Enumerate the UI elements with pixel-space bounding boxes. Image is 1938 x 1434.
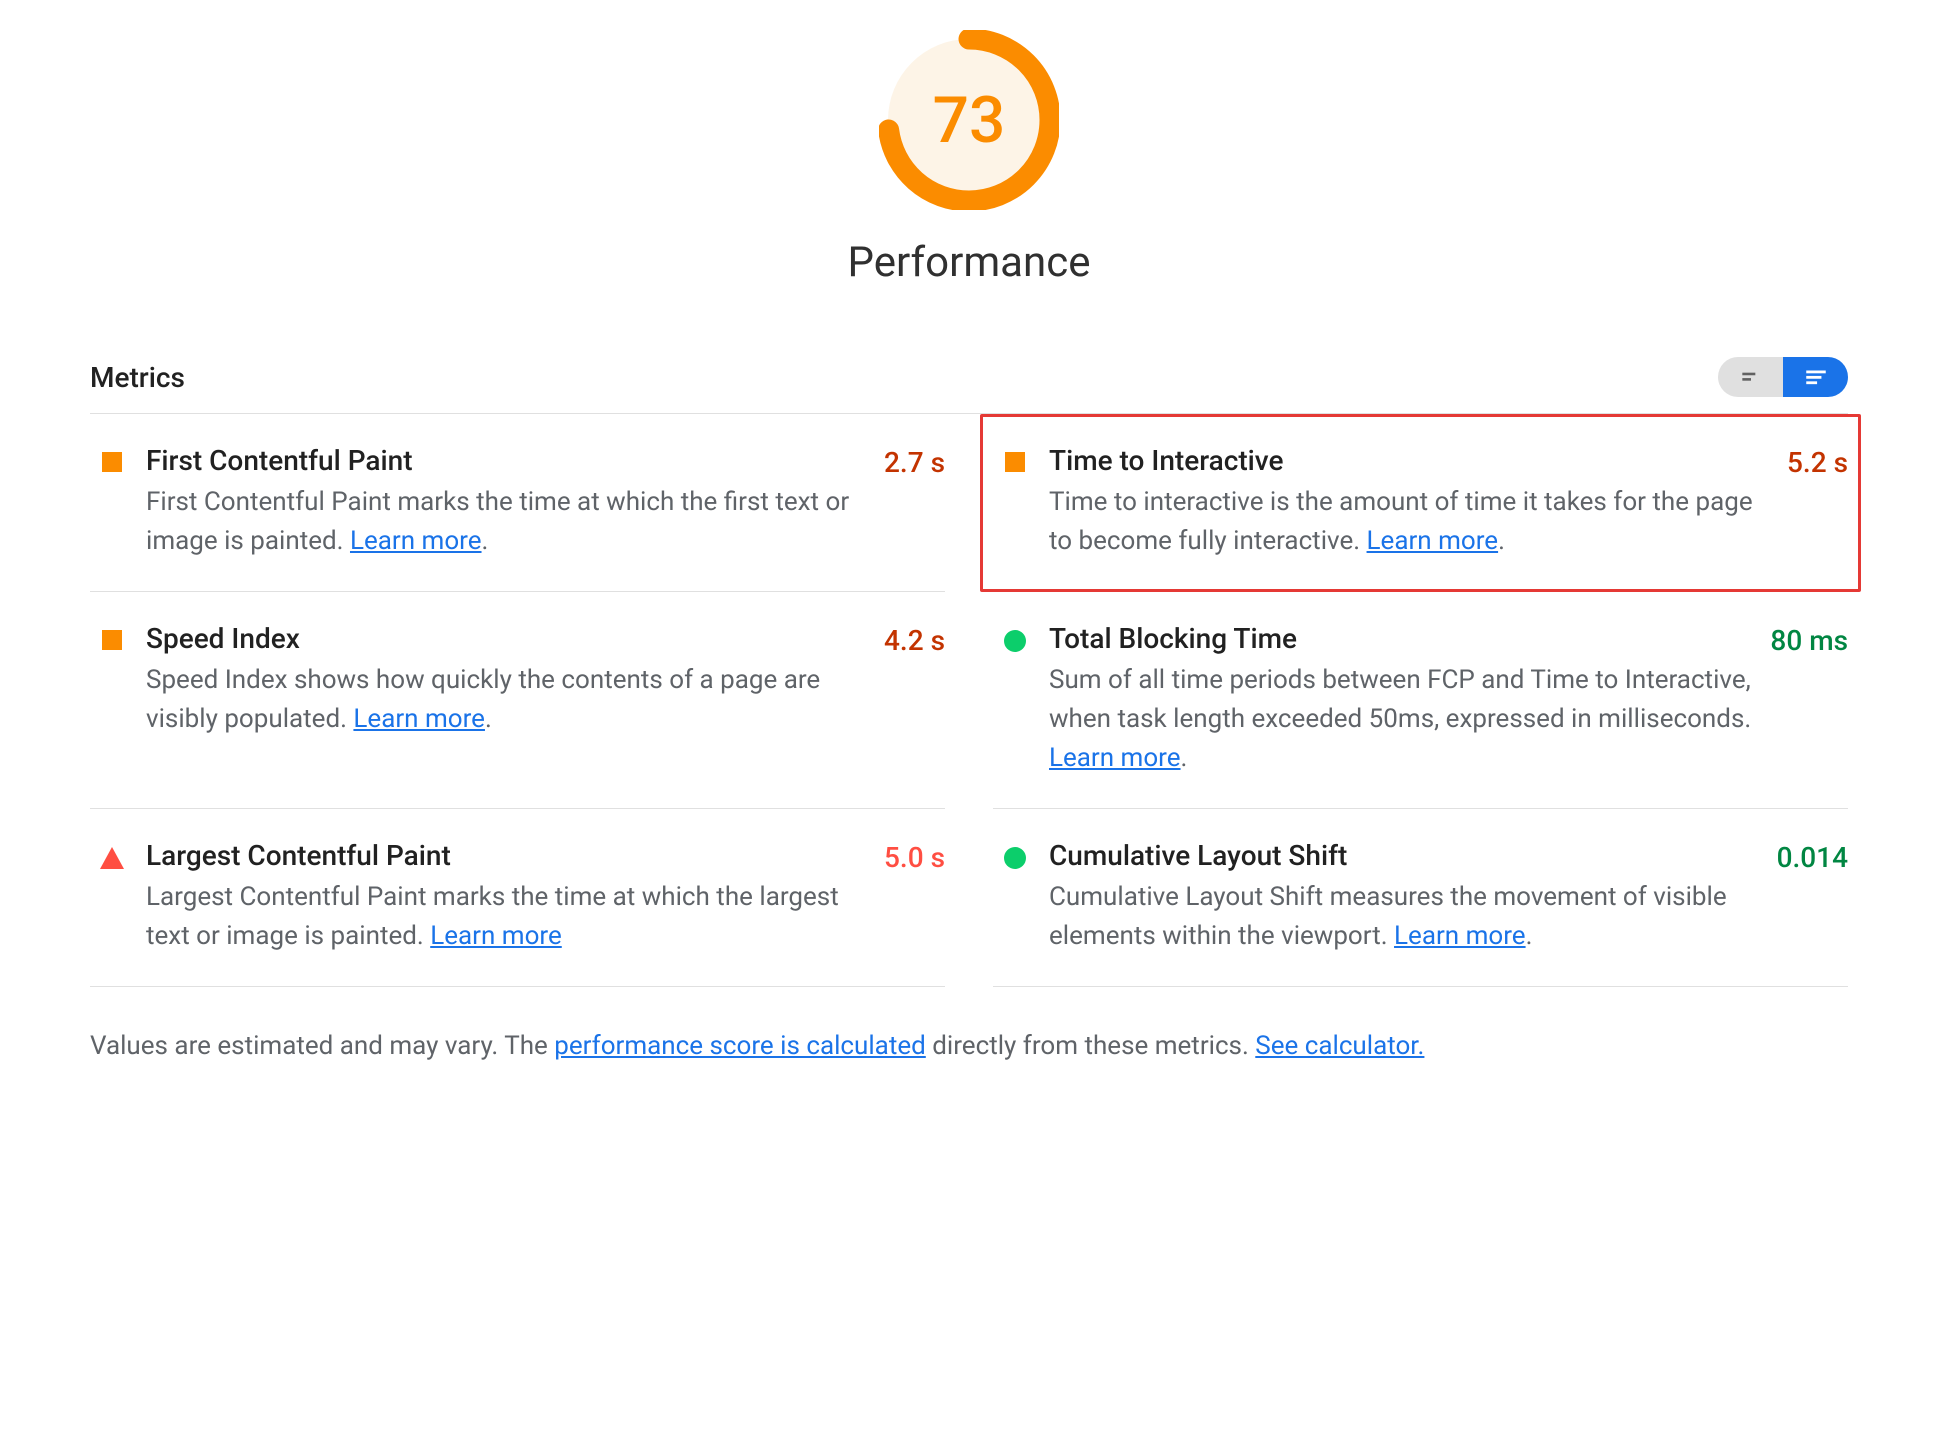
metric-description: Cumulative Layout Shift measures the mov…	[1049, 878, 1765, 956]
learn-more-link[interactable]: Learn more	[353, 704, 485, 734]
square-icon	[1005, 452, 1025, 472]
metrics-grid: First Contentful Paint First Contentful P…	[90, 414, 1848, 987]
metric-fcp: First Contentful Paint First Contentful P…	[90, 414, 945, 592]
metric-cls: Cumulative Layout Shift Cumulative Layout…	[993, 809, 1848, 987]
metrics-heading: Metrics	[90, 361, 185, 394]
learn-more-link[interactable]: Learn more	[1367, 526, 1499, 556]
metric-title: Speed Index	[146, 622, 872, 655]
metric-title: Total Blocking Time	[1049, 622, 1758, 655]
metric-body: Cumulative Layout Shift Cumulative Layout…	[1049, 839, 1765, 956]
metric-body: Largest Contentful Paint Largest Contentf…	[146, 839, 872, 956]
performance-gauge-section: 73 Performance	[90, 30, 1848, 287]
triangle-icon	[100, 847, 124, 869]
learn-more-link[interactable]: Learn more	[1049, 743, 1181, 773]
metric-description: Speed Index shows how quickly the conten…	[146, 661, 872, 739]
metric-value: 5.0 s	[884, 839, 945, 874]
collapsed-view-icon	[1738, 364, 1764, 390]
footer-note: Values are estimated and may vary. The p…	[90, 1031, 1848, 1061]
metric-desc-post: .	[1526, 921, 1533, 951]
metric-desc-post: .	[485, 704, 492, 734]
metric-status-icon	[993, 444, 1037, 472]
metric-status-icon	[90, 839, 134, 869]
view-toggle	[1718, 357, 1848, 397]
metric-body: First Contentful Paint First Contentful P…	[146, 444, 872, 561]
metric-status-icon	[993, 622, 1037, 652]
footer-mid: directly from these metrics.	[926, 1031, 1255, 1061]
square-icon	[102, 630, 122, 650]
metric-body: Total Blocking Time Sum of all time perio…	[1049, 622, 1758, 778]
metric-body: Time to Interactive Time to interactive i…	[1049, 444, 1775, 561]
expanded-view-icon	[1803, 364, 1829, 390]
view-toggle-expanded[interactable]	[1783, 357, 1848, 397]
metric-title: First Contentful Paint	[146, 444, 872, 477]
metric-tti: Time to Interactive Time to interactive i…	[980, 414, 1861, 592]
metric-description: First Contentful Paint marks the time at…	[146, 483, 872, 561]
metric-description: Sum of all time periods between FCP and …	[1049, 661, 1758, 778]
metric-desc-post: .	[482, 526, 489, 556]
metrics-header: Metrics	[90, 357, 1848, 414]
learn-more-link[interactable]: Learn more	[350, 526, 482, 556]
metric-description: Largest Contentful Paint marks the time …	[146, 878, 872, 956]
score-gauge: 73	[879, 30, 1059, 210]
metric-value: 80 ms	[1770, 622, 1848, 657]
metric-title: Cumulative Layout Shift	[1049, 839, 1765, 872]
metric-body: Speed Index Speed Index shows how quickly…	[146, 622, 872, 739]
circle-icon	[1004, 630, 1026, 652]
metric-status-icon	[90, 444, 134, 472]
metric-tbt: Total Blocking Time Sum of all time perio…	[993, 592, 1848, 809]
learn-more-link[interactable]: Learn more	[1394, 921, 1526, 951]
learn-more-link[interactable]: Learn more	[430, 921, 562, 951]
view-toggle-collapsed[interactable]	[1718, 357, 1783, 397]
metric-value: 5.2 s	[1787, 444, 1848, 479]
metric-desc-text: First Contentful Paint marks the time at…	[146, 487, 849, 556]
metric-status-icon	[993, 839, 1037, 869]
metric-desc-post: .	[1498, 526, 1505, 556]
metric-title: Largest Contentful Paint	[146, 839, 872, 872]
square-icon	[102, 452, 122, 472]
circle-icon	[1004, 847, 1026, 869]
metric-title: Time to Interactive	[1049, 444, 1775, 477]
metric-value: 2.7 s	[884, 444, 945, 479]
footer-pre: Values are estimated and may vary. The	[90, 1031, 554, 1061]
metric-si: Speed Index Speed Index shows how quickly…	[90, 592, 945, 809]
footer-link-score-calculated[interactable]: performance score is calculated	[554, 1031, 926, 1061]
metric-value: 0.014	[1777, 839, 1848, 874]
metric-value: 4.2 s	[884, 622, 945, 657]
metric-desc-text: Cumulative Layout Shift measures the mov…	[1049, 882, 1727, 951]
metric-status-icon	[90, 622, 134, 650]
metric-description: Time to interactive is the amount of tim…	[1049, 483, 1775, 561]
footer-link-see-calculator[interactable]: See calculator.	[1255, 1031, 1424, 1061]
score-value: 73	[879, 30, 1059, 210]
metric-desc-post: .	[1181, 743, 1188, 773]
metric-desc-text: Sum of all time periods between FCP and …	[1049, 665, 1751, 734]
metric-lcp: Largest Contentful Paint Largest Contentf…	[90, 809, 945, 987]
performance-title: Performance	[848, 238, 1091, 287]
